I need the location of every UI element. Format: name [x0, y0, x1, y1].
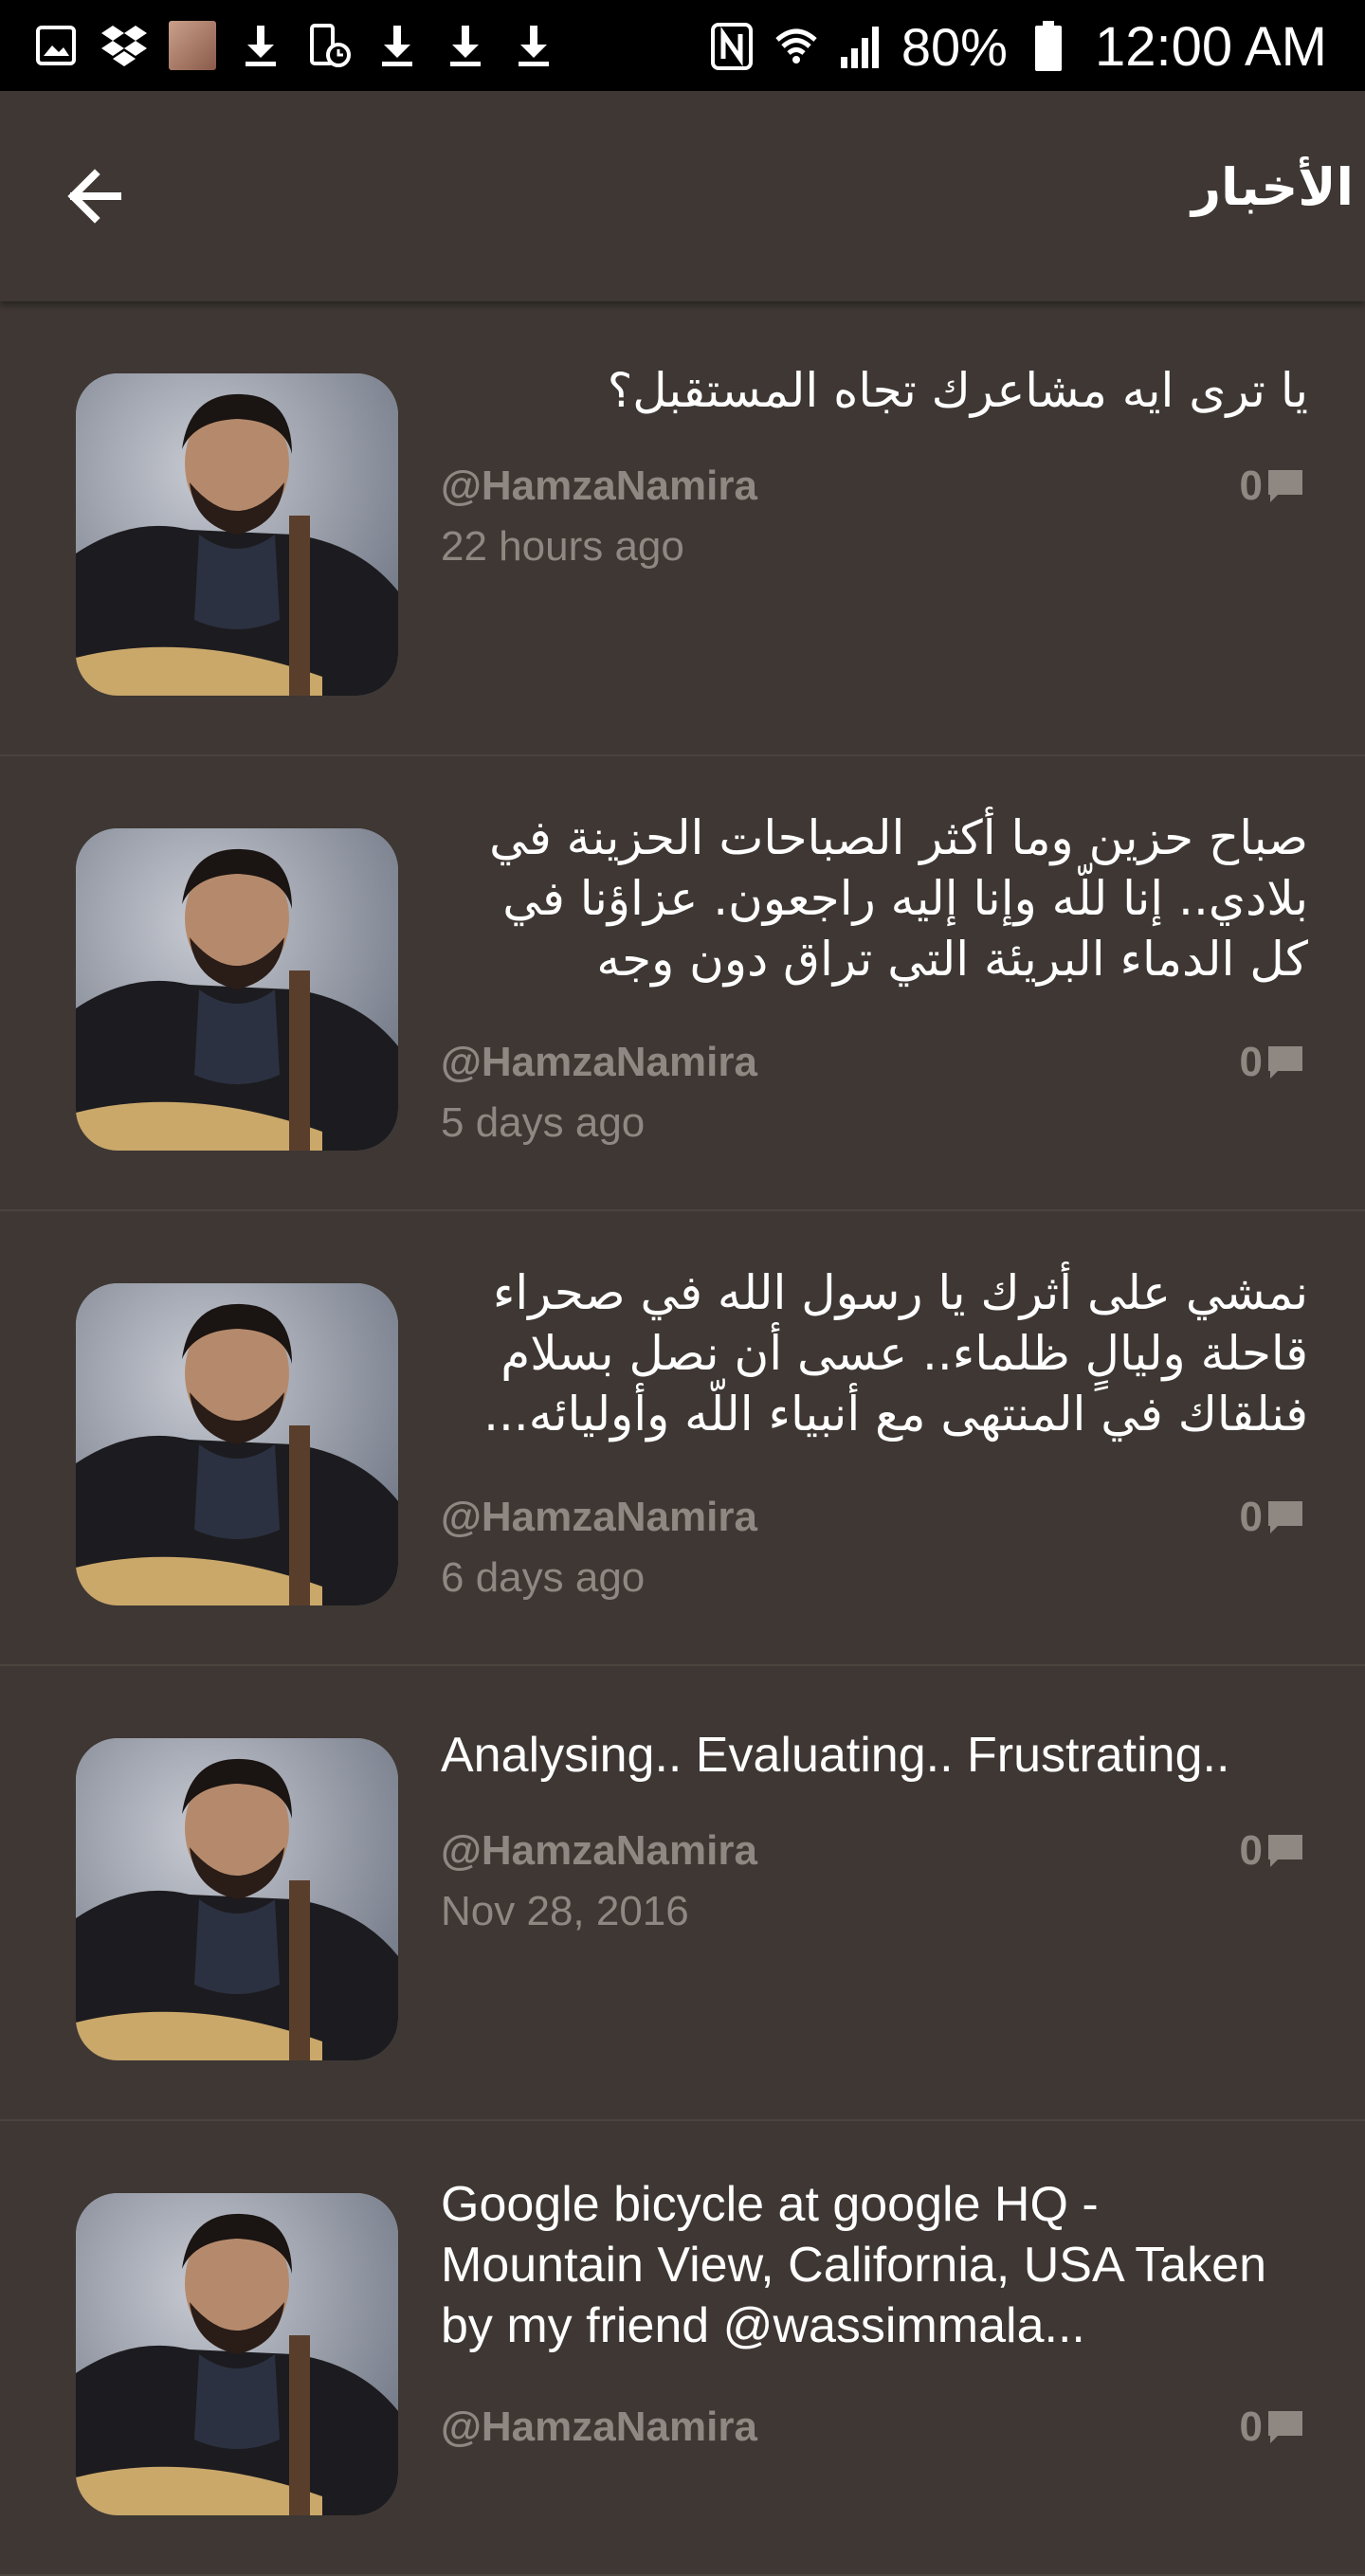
comment-count[interactable]: 0 [1240, 2404, 1304, 2451]
avatar[interactable] [76, 828, 398, 1151]
tweet-time: 6 days ago [441, 1554, 646, 1601]
feed-item[interactable]: يا ترى ايه مشاعرك تجاه المستقبل؟ @HamzaN… [0, 301, 1365, 756]
download-icon [237, 22, 284, 69]
signal-icon [837, 23, 884, 70]
dropbox-icon [100, 22, 148, 69]
nfc-icon [708, 23, 755, 70]
download-icon [442, 22, 489, 69]
download-icon [373, 22, 421, 69]
comment-count-value: 0 [1239, 1827, 1263, 1874]
battery-percentage: 80% [901, 16, 1008, 77]
tweet-text: Analysing.. Evaluating.. Frustrating.. [441, 1728, 1230, 1783]
tweet-handle[interactable]: @HamzaNamira [441, 1494, 757, 1541]
comment-count-value: 0 [1239, 463, 1263, 509]
back-button[interactable] [63, 163, 129, 229]
comment-icon [1268, 2411, 1302, 2443]
system-status: 80% 12:00 AM [708, 13, 1327, 80]
tweet-text: Google bicycle at google HQ - Mountain V… [441, 2177, 1267, 2353]
tweet-time: 5 days ago [441, 1099, 646, 1146]
feed-item[interactable]: صباح حزين وما أكثر الصباحات الحزينة في ب… [0, 756, 1365, 1211]
comment-count[interactable]: 0 [1240, 1494, 1304, 1541]
screen-record-icon [305, 22, 353, 69]
arrow-left-icon [67, 169, 121, 224]
avatar[interactable] [76, 2193, 398, 2515]
feed-item[interactable]: Analysing.. Evaluating.. Frustrating.. @… [0, 1666, 1365, 2121]
comment-icon [1268, 1046, 1302, 1079]
feed-item[interactable]: نمشي على أثرك يا رسول الله في صحراء قاحل… [0, 1211, 1365, 1666]
comment-count-value: 0 [1239, 1039, 1263, 1085]
comment-count[interactable]: 0 [1240, 1039, 1304, 1086]
page-title: الأخبار [1191, 157, 1354, 217]
album-thumbnail [169, 21, 216, 70]
tweet-handle[interactable]: @HamzaNamira [441, 2404, 757, 2451]
comment-icon [1268, 470, 1302, 502]
tweet-text: يا ترى ايه مشاعرك تجاه المستقبل؟ [607, 363, 1308, 418]
tweet-time: 22 hours ago [441, 523, 684, 570]
clock: 12:00 AM [1094, 15, 1327, 78]
tweet-handle[interactable]: @HamzaNamira [441, 463, 757, 510]
wifi-icon [773, 23, 820, 70]
comment-count[interactable]: 0 [1240, 1827, 1304, 1875]
comment-count-value: 0 [1239, 1494, 1263, 1540]
battery-icon [1025, 21, 1072, 71]
app-bar: الأخبار [0, 91, 1365, 301]
avatar[interactable] [76, 373, 398, 696]
notification-icons [32, 17, 557, 74]
tweet-handle[interactable]: @HamzaNamira [441, 1039, 757, 1086]
news-feed[interactable]: يا ترى ايه مشاعرك تجاه المستقبل؟ @HamzaN… [0, 301, 1365, 2576]
tweet-handle[interactable]: @HamzaNamira [441, 1827, 757, 1875]
avatar[interactable] [76, 1738, 398, 2060]
tweet-text: صباح حزين وما أكثر الصباحات الحزينة في ب… [489, 810, 1308, 987]
gallery-icon [32, 22, 80, 69]
tweet-text: نمشي على أثرك يا رسول الله في صحراء قاحل… [483, 1265, 1308, 1442]
download-icon [510, 22, 557, 69]
comment-count-value: 0 [1239, 2404, 1263, 2450]
comment-count[interactable]: 0 [1240, 463, 1304, 510]
comment-icon [1268, 1501, 1302, 1533]
feed-item[interactable]: Google bicycle at google HQ - Mountain V… [0, 2121, 1365, 2576]
tweet-time: Nov 28, 2016 [441, 1888, 689, 1934]
status-bar: 80% 12:00 AM [0, 0, 1365, 91]
avatar[interactable] [76, 1283, 398, 1605]
comment-icon [1268, 1835, 1302, 1867]
